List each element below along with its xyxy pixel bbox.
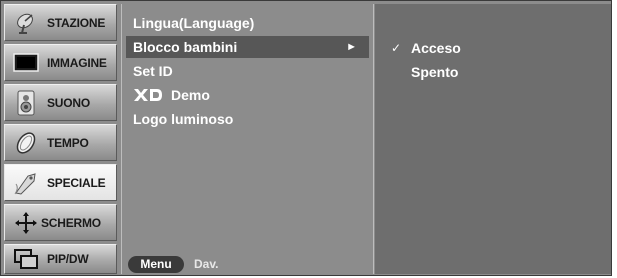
menu-item-label: Demo (171, 87, 210, 103)
category-label: SCHERMO (41, 215, 101, 230)
category-label: STAZIONE (47, 15, 106, 30)
tv-screen-icon (13, 50, 39, 76)
category-schermo[interactable]: SCHERMO (4, 204, 117, 241)
category-label: SPECIALE (47, 175, 106, 190)
option-label: Spento (411, 64, 459, 80)
option-spento[interactable]: Spento (391, 64, 458, 80)
xd-logo: XD (133, 88, 163, 102)
footer-hint: Dav. (194, 257, 219, 271)
menu-item-label: Logo luminoso (133, 111, 234, 127)
category-speciale[interactable]: SPECIALE (4, 164, 117, 201)
category-label: PIP/DW (47, 252, 89, 266)
xd-logo-icon (134, 89, 162, 101)
menu-item-lingua[interactable]: Lingua(Language) (126, 12, 369, 34)
submenu-arrow-icon: ► (346, 41, 357, 53)
category-sidebar: STAZIONE IMMAGINE SUONO TEMPO SPECIALE S… (4, 4, 117, 274)
clock-icon (13, 130, 39, 156)
tag-icon (13, 170, 39, 196)
category-tempo[interactable]: TEMPO (4, 124, 117, 161)
category-label: IMMAGINE (47, 55, 107, 70)
option-acceso[interactable]: ✓ Acceso (391, 40, 461, 56)
check-icon: ✓ (391, 41, 402, 55)
options-panel: ✓ Acceso Spento (375, 4, 611, 274)
speciale-menu-panel: Lingua(Language) Blocco bambini ► Set ID… (121, 4, 374, 274)
category-pip-dw[interactable]: PIP/DW (4, 244, 117, 274)
menu-item-demo[interactable]: XD Demo (126, 84, 369, 106)
menu-item-logo-luminoso[interactable]: Logo luminoso (126, 108, 369, 130)
category-immagine[interactable]: IMMAGINE (4, 44, 117, 81)
menu-footer: Menu Dav. (122, 254, 373, 274)
tv-osd-frame: STAZIONE IMMAGINE SUONO TEMPO SPECIALE S… (0, 0, 612, 276)
menu-button[interactable]: Menu (128, 255, 184, 273)
menu-item-set-id[interactable]: Set ID (126, 60, 369, 82)
category-suono[interactable]: SUONO (4, 84, 117, 121)
category-label: SUONO (47, 95, 91, 110)
menu-item-label: Blocco bambini (133, 39, 238, 55)
option-label: Acceso (411, 40, 461, 56)
satellite-dish-icon (13, 10, 39, 36)
menu-item-blocco-bambini[interactable]: Blocco bambini ► (126, 36, 369, 58)
menu-item-label: Set ID (133, 63, 173, 79)
speaker-icon (13, 90, 39, 116)
category-stazione[interactable]: STAZIONE (4, 4, 117, 41)
picture-in-picture-icon (13, 246, 39, 272)
category-label: TEMPO (47, 135, 89, 150)
move-arrows-icon (13, 210, 39, 236)
menu-item-label: Lingua(Language) (133, 15, 255, 31)
